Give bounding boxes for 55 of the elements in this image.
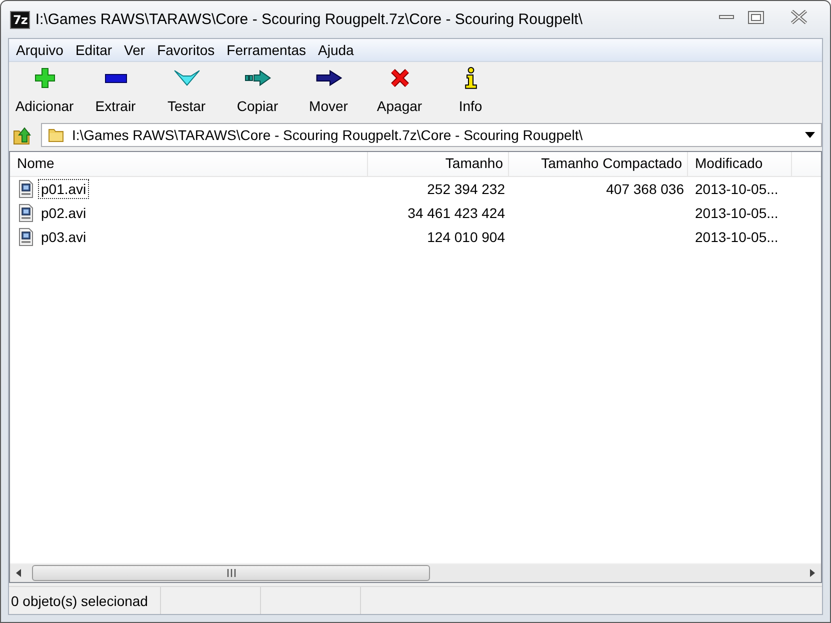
menu-item[interactable]: Favoritos: [151, 40, 221, 60]
test-button[interactable]: Testar: [151, 62, 222, 119]
info-button[interactable]: Info: [435, 62, 506, 119]
extract-button[interactable]: Extrair: [80, 62, 151, 119]
menu-item[interactable]: Ver: [118, 40, 152, 60]
column-header[interactable]: Modificado: [688, 152, 792, 176]
modified-date: 2013-10-05...: [695, 205, 778, 221]
path-field[interactable]: I:\Games RAWS\TARAWS\Core - Scouring Rougpelt.7z\Core - Scouring Rougpelt\: [41, 122, 822, 146]
menu-item[interactable]: Ajuda: [312, 40, 360, 60]
status-text: 0 objeto(s) selecionad: [11, 592, 148, 608]
grip-icon: [226, 569, 236, 577]
plus-icon: [34, 68, 54, 88]
chevron-icon: [174, 70, 200, 86]
horizontal-scrollbar[interactable]: [10, 563, 821, 582]
packed-size: 407 368 036: [606, 181, 684, 197]
copy-button[interactable]: Copiar: [222, 62, 293, 119]
menu-item[interactable]: Editar: [69, 40, 118, 60]
close-icon: [790, 10, 808, 24]
folder-up-icon: [13, 124, 33, 144]
arrow-left-icon: [16, 569, 21, 577]
arrow-right-icon: [316, 70, 342, 86]
maximize-icon: [748, 10, 764, 24]
minimize-icon: [718, 15, 734, 19]
modified-date: 2013-10-05...: [695, 181, 778, 197]
file-size: 124 010 904: [427, 229, 505, 245]
file-row[interactable]: p01.avi 252 394 232 407 368 036 2013-10-05...: [10, 177, 821, 201]
column-header[interactable]: Tamanho: [368, 152, 509, 176]
app-logo: 7z: [10, 10, 30, 28]
window-title: I:\Games RAWS\TARAWS\Core - Scouring Rougpelt.7z\Core - Scouring Rougpelt\: [35, 11, 582, 28]
delete-button[interactable]: Apagar: [364, 62, 435, 119]
x-icon: [390, 68, 410, 88]
column-header[interactable]: Nome: [10, 152, 368, 176]
file-name: p01.avi: [38, 179, 90, 199]
minus-icon: [104, 74, 126, 82]
caret-icon: [805, 132, 815, 138]
scrollbar-thumb[interactable]: [32, 565, 430, 581]
file-name: p02.avi: [40, 204, 88, 223]
file-size: 252 394 232: [427, 181, 505, 197]
add-button[interactable]: Adicionar: [9, 62, 80, 119]
file-row[interactable]: p02.avi 34 461 423 424 2013-10-05...: [10, 201, 821, 225]
dotted-arrow-icon: [244, 70, 270, 86]
file-name: p03.avi: [40, 228, 88, 247]
info-icon: [464, 67, 476, 89]
move-button[interactable]: Mover: [293, 62, 364, 119]
menu-item[interactable]: Ferramentas: [220, 40, 312, 60]
video-file-icon: [19, 204, 33, 222]
folder-icon: [48, 126, 64, 142]
video-file-icon: [19, 180, 33, 198]
arrow-right-icon: [810, 569, 815, 577]
modified-date: 2013-10-05...: [695, 229, 778, 245]
file-row[interactable]: p03.avi 124 010 904 2013-10-05...: [10, 225, 821, 249]
video-file-icon: [19, 228, 33, 246]
menu-item[interactable]: Arquivo: [10, 40, 70, 60]
column-header[interactable]: Tamanho Compactado: [509, 152, 688, 176]
file-size: 34 461 423 424: [408, 205, 505, 221]
